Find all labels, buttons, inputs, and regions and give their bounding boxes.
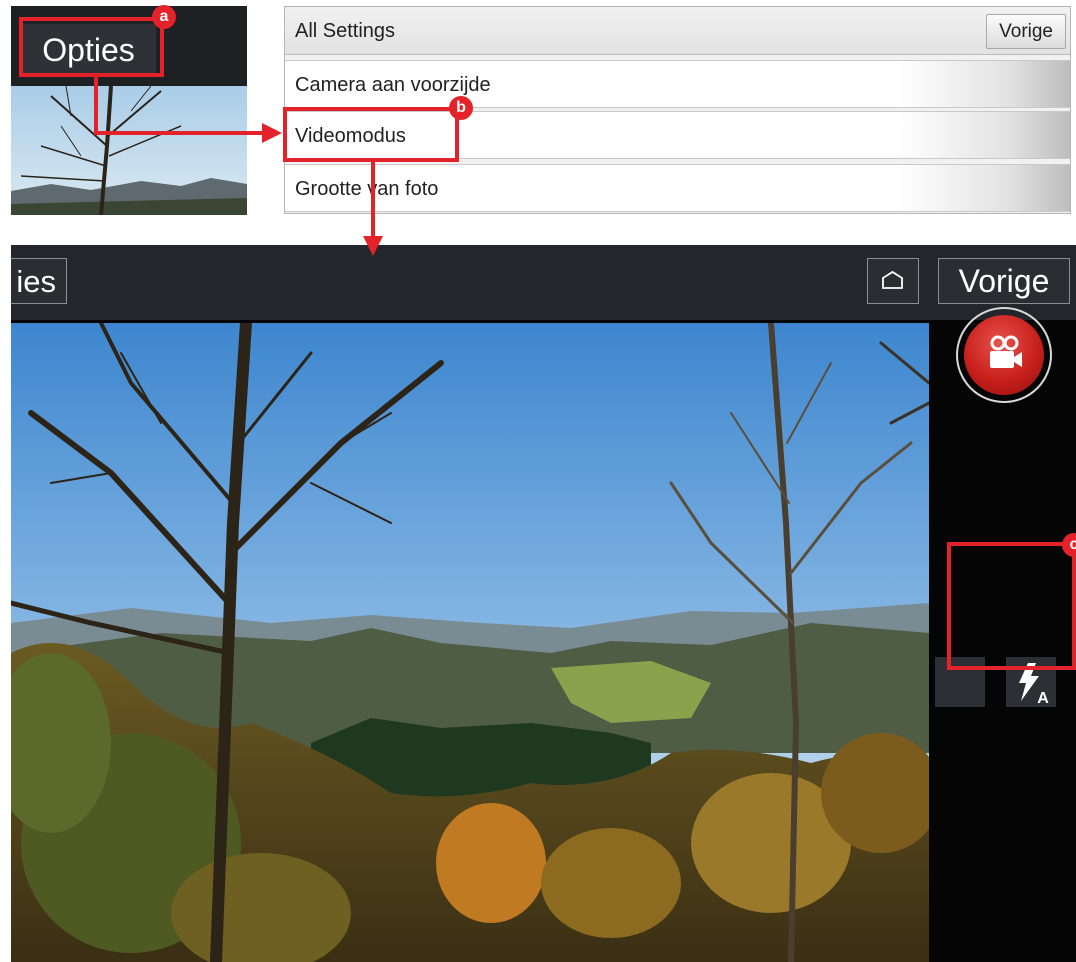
connector-a-vertical	[94, 77, 98, 135]
settings-title: All Settings	[295, 20, 396, 42]
connector-b-vertical	[371, 162, 375, 238]
highlight-a	[19, 17, 164, 77]
arrow-head-right	[262, 123, 282, 143]
home-icon	[882, 270, 903, 289]
settings-header: All Settings Vorige	[285, 7, 1070, 55]
annotation-badge-a: a	[152, 5, 176, 29]
thumbnail-photo	[11, 86, 247, 215]
setting-photo-size[interactable]: Grootte van foto	[285, 164, 1070, 212]
video-camera-icon	[990, 335, 1022, 368]
back-button[interactable]: Vorige	[938, 258, 1070, 304]
camera-view: ies Vorige	[11, 245, 1076, 962]
setting-front-camera[interactable]: Camera aan voorzijde	[285, 60, 1070, 108]
flash-mode-label: A	[1037, 690, 1049, 707]
connector-a-horizontal	[94, 131, 266, 135]
camera-preview-photo	[11, 323, 929, 962]
highlight-b	[283, 107, 459, 162]
settings-back-button[interactable]: Vorige	[986, 14, 1066, 49]
options-button-partial[interactable]: ies	[11, 258, 67, 304]
home-button[interactable]	[867, 258, 919, 304]
arrow-head-down	[363, 236, 383, 256]
annotation-badge-b: b	[449, 96, 473, 120]
record-video-button[interactable]	[964, 315, 1044, 395]
highlight-c	[947, 542, 1076, 670]
